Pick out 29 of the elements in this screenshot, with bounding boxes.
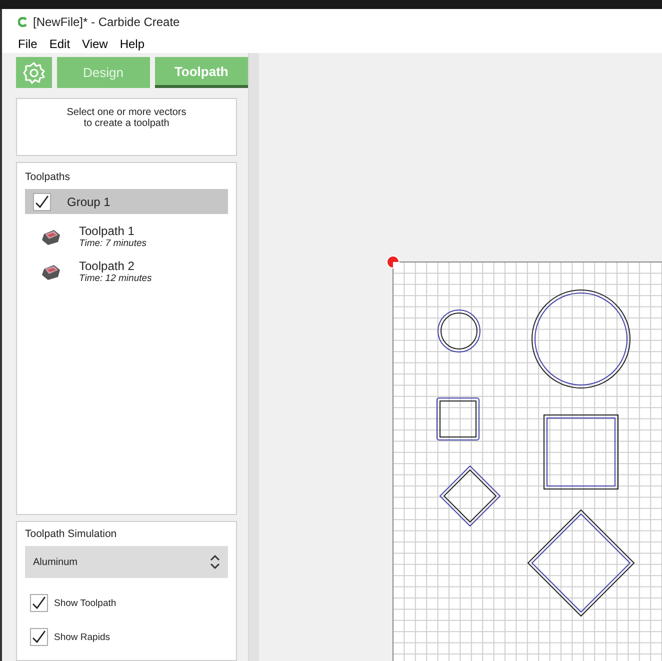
small-circle-vector [438, 310, 480, 352]
section-title: Toolpaths [25, 171, 71, 183]
menu-item[interactable]: Help [120, 37, 145, 51]
chevron-icon [210, 554, 220, 570]
checkbox[interactable] [30, 594, 48, 612]
window-title: [NewFile]* - Carbide Create [33, 15, 180, 29]
group-label: Group 1 [67, 194, 110, 208]
group-row[interactable]: Group 1 [25, 189, 228, 214]
app-logo-icon [18, 17, 27, 27]
group-checkbox[interactable] [33, 192, 51, 210]
toolpath-time: Time: 12 minutes [79, 273, 152, 284]
menu-item[interactable]: File [18, 37, 38, 51]
menu-item[interactable]: View [82, 37, 108, 51]
toolpath-icon [41, 262, 61, 280]
small-diamond-vector [439, 465, 501, 527]
hint-text: Select one or more vectors to create a toolpath [66, 107, 186, 131]
toolpath-name[interactable]: Toolpath 2 [79, 259, 152, 273]
gear-icon [22, 60, 46, 84]
toolpath-time: Time: 7 minutes [79, 238, 146, 249]
toolpath-icon [41, 228, 61, 246]
small-square-vector [436, 398, 480, 440]
toolpath-name[interactable]: Toolpath 1 [79, 224, 146, 238]
section-title: Toolpath Simulation [25, 528, 118, 540]
checkbox-label: Show Rapids [54, 632, 110, 642]
scrollbar[interactable] [248, 53, 259, 661]
checkbox[interactable] [30, 628, 48, 646]
material-dropdown[interactable]: Aluminum [25, 546, 228, 578]
menu-item[interactable]: Edit [49, 37, 70, 51]
checkbox-label: Show Toolpath [54, 598, 116, 608]
